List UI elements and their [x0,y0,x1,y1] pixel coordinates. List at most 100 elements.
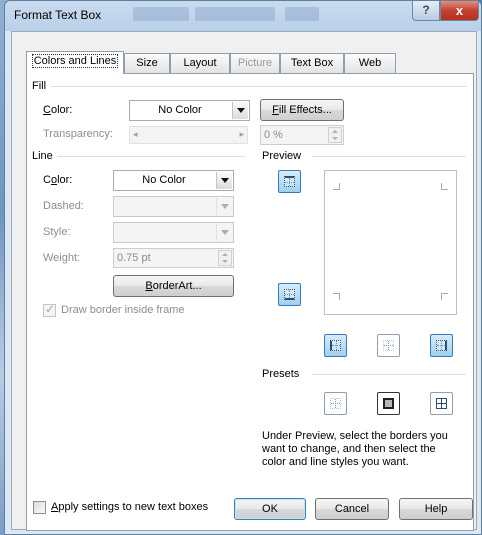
transparency-slider[interactable]: ◂ ▸ [129,126,248,144]
presets-divider [312,374,466,375]
dashed-dropdown[interactable] [113,196,234,217]
right-border-button[interactable] [430,334,453,357]
access-key: B [145,280,153,292]
tab-text-box[interactable]: Text Box [280,53,344,73]
title-help-button[interactable]: ? [412,1,440,21]
weight-spinner[interactable]: 0.75 pt [113,248,234,268]
spinner-arrows-icon[interactable] [328,127,342,143]
transparency-label: Transparency: [43,128,113,140]
chevron-down-icon[interactable] [216,198,232,215]
tab-label: Web [358,57,382,69]
preset-grid-button[interactable] [430,392,453,415]
label-text: lor: [57,174,73,186]
line-color-value: No Color [142,174,186,186]
preview-divider [312,156,466,157]
border-preview-area[interactable] [324,170,457,315]
help-text-line: Under Preview, select the borders you [262,430,448,442]
preset-none-button[interactable] [324,392,347,415]
bottom-border-button[interactable] [278,283,301,306]
top-border-icon [284,176,295,187]
tab-size[interactable]: Size [124,53,170,73]
help-text-line: want to change, and then select the [262,443,436,455]
inside-border-button[interactable] [377,334,400,357]
title-bar[interactable]: Format Text Box ? x [5,1,481,31]
chevron-down-icon[interactable] [232,102,248,119]
preset-box-button[interactable] [377,392,400,415]
cancel-button[interactable]: Cancel [315,498,389,520]
top-border-button[interactable] [278,170,301,193]
right-border-icon [436,340,447,351]
tab-label: Text Box [290,57,334,69]
tab-label: Size [136,57,158,69]
slider-left-arrow-icon[interactable]: ◂ [133,129,138,140]
presets-heading: Presets [262,368,300,380]
style-dropdown[interactable] [113,222,234,243]
weight-label: Weight: [43,252,81,264]
checkmark-icon: ✓ [45,302,56,316]
chevron-down-icon[interactable] [216,172,232,189]
title-bar-reflection [285,7,319,21]
preview-corner-mark [333,183,340,190]
fill-effects-button[interactable]: Fill Effects... [260,99,344,121]
style-label: Style: [43,226,71,238]
preview-corner-mark [333,293,340,300]
draw-border-inside-label: Draw border inside frame [61,304,185,316]
preview-corner-mark [441,293,448,300]
colors-and-lines-panel: Fill Color: No Color Fill Effects... Tra… [26,73,474,531]
line-divider [57,156,245,157]
dashed-label: Dashed: [43,200,84,212]
weight-value: 0.75 pt [117,252,151,264]
title-bar-reflection [195,7,275,21]
help-button[interactable]: Help [399,498,473,520]
line-heading: Line [32,150,53,162]
tab-label: Colors and Lines [31,54,119,68]
ok-button[interactable]: OK [234,498,306,520]
apply-settings-checkbox[interactable] [33,501,46,514]
label-text: pply settings to new text boxes [58,501,209,513]
help-text-line: color and line styles you want. [262,456,409,468]
access-key: C [43,104,51,116]
button-label: ill Effects... [278,104,332,116]
line-color-label: Color: [43,174,72,186]
fill-color-dropdown[interactable]: No Color [129,100,250,121]
left-border-icon [330,340,341,351]
tab-label: Layout [183,57,217,69]
fill-color-label: Color: [43,104,72,116]
draw-border-inside-checkbox[interactable]: ✓ [43,302,56,317]
left-border-button[interactable] [324,334,347,357]
slider-right-arrow-icon[interactable]: ▸ [239,129,244,140]
fill-heading: Fill [32,80,47,92]
transparency-spinner[interactable]: 0 % [260,125,344,145]
tab-layout[interactable]: Layout [170,53,230,73]
label-text: olor: [50,104,73,116]
dialog-title: Format Text Box [14,8,102,22]
label-text: C [43,174,51,186]
question-mark-icon: ? [422,3,430,17]
preview-heading: Preview [262,150,302,162]
access-key: F [272,104,279,116]
tab-web[interactable]: Web [344,53,396,73]
borderart-button[interactable]: BorderArt... [113,275,234,297]
box-border-icon [383,398,394,409]
inside-border-icon [383,340,394,351]
preview-corner-mark [441,183,448,190]
grid-border-icon [436,398,447,409]
tab-colors-and-lines[interactable]: Colors and Lines [26,51,124,74]
bottom-border-icon [284,289,295,300]
title-close-button[interactable]: x [440,1,479,21]
apply-settings-label: Apply settings to new text boxes [51,501,208,513]
dialog-client-area: Colors and Lines Size Layout Picture Tex… [11,31,477,531]
spinner-arrows-icon[interactable] [218,250,232,266]
button-label: orderArt... [152,280,202,292]
no-border-icon [330,398,341,409]
fill-divider [51,86,467,87]
title-bar-reflection [133,7,189,21]
fill-color-value: No Color [158,104,202,116]
close-icon: x [455,3,464,18]
transparency-value: 0 % [264,129,283,141]
help-text: Under Preview, select the borders you wa… [262,430,448,469]
tab-label: Picture [237,57,273,69]
tab-picture[interactable]: Picture [230,53,280,73]
line-color-dropdown[interactable]: No Color [113,170,234,191]
chevron-down-icon[interactable] [216,224,232,241]
